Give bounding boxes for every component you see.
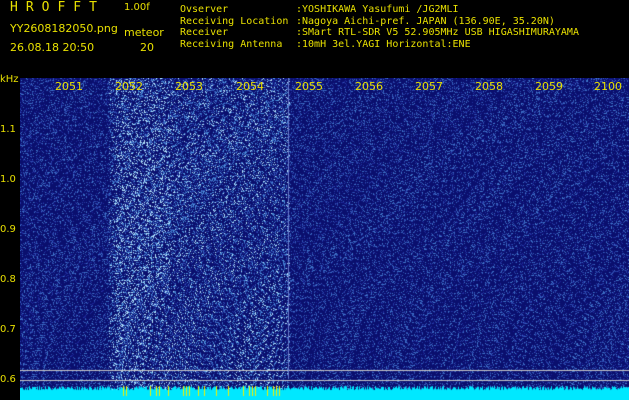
- y-tick-label: 0.8: [0, 274, 16, 285]
- y-tick-label: 0.7: [0, 324, 16, 335]
- y-tick-label: 0.9: [0, 224, 16, 235]
- app-version: 1.00f: [124, 2, 150, 13]
- x-tick-label: 2058: [475, 80, 503, 93]
- meteor-label: meteor: [124, 26, 164, 39]
- info-row-observer: Ovserver:YOSHIKAWA Yasufumi /JG2MLI: [180, 4, 459, 15]
- x-tick-label: 2054: [236, 80, 264, 93]
- app-logo: HROFFT: [10, 0, 105, 15]
- y-tick-label: 0.6: [0, 374, 16, 385]
- meteor-count: 20: [140, 41, 154, 54]
- y-axis-unit: kHz: [0, 74, 19, 85]
- capture-datetime: 26.08.18 20:50: [10, 41, 95, 54]
- info-row-antenna: Receiving Antenna:10mH 3el.YAGI Horizont…: [180, 38, 471, 50]
- x-tick-label: 2100: [594, 80, 622, 93]
- x-tick-label: 2059: [535, 80, 563, 93]
- spectrogram-canvas: [20, 78, 629, 400]
- header-panel: HROFFT 1.00f YY2608182050.png 26.08.18 2…: [0, 0, 629, 72]
- x-tick-label: 2051: [55, 80, 83, 93]
- x-tick-label: 2056: [355, 80, 383, 93]
- x-tick-label: 2057: [415, 80, 443, 93]
- image-filename: YY2608182050.png: [10, 22, 118, 35]
- y-tick-label: 1.0: [0, 174, 16, 185]
- x-tick-label: 2055: [295, 80, 323, 93]
- station-info: Ovserver:YOSHIKAWA Yasufumi /JG2MLI Rece…: [180, 4, 579, 50]
- info-row-receiver: Receiver:SMart RTL-SDR V5 52.905MHz USB …: [180, 27, 579, 38]
- x-tick-label: 2052: [115, 80, 143, 93]
- x-tick-label: 2053: [175, 80, 203, 93]
- y-tick-label: 1.1: [0, 124, 16, 135]
- info-row-location: Receiving Location:Nagoya Aichi-pref. JA…: [180, 15, 555, 27]
